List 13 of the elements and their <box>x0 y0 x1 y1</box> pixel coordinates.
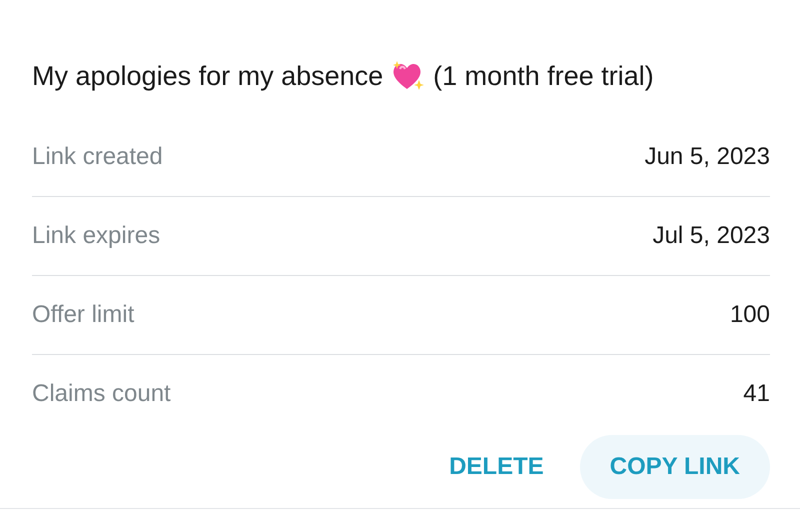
delete-button[interactable]: DELETE <box>419 435 574 499</box>
row-label: Link expires <box>32 222 160 250</box>
row-label: Claims count <box>32 380 171 408</box>
offer-title: My apologies for my absence <box>32 60 384 92</box>
copy-link-button[interactable]: COPY LINK <box>580 435 770 499</box>
row-label: Link created <box>32 143 163 171</box>
row-value: 41 <box>743 380 770 408</box>
row-value: 100 <box>730 301 770 329</box>
sparkling-heart-icon <box>391 60 426 92</box>
offer-subtitle: (1 month free trial) <box>433 60 654 92</box>
row-value: Jun 5, 2023 <box>644 143 770 171</box>
row-label: Offer limit <box>32 301 134 329</box>
row-value: Jul 5, 2023 <box>652 222 770 250</box>
